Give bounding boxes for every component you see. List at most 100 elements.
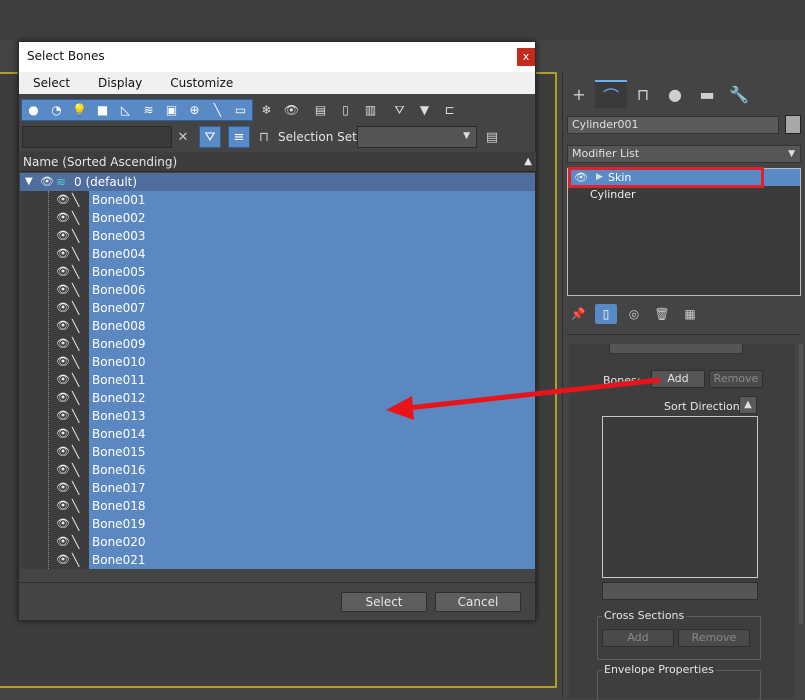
bone-row[interactable]: 👁 ╲ Bone020 (20, 533, 535, 551)
xrefs-filter-icon[interactable]: ⊕ (183, 99, 206, 121)
bone-row[interactable]: 👁 ╲ Bone015 (20, 443, 535, 461)
eye-icon[interactable]: 👁 (56, 389, 70, 407)
bone-row[interactable]: 👁 ╲ Bone010 (20, 353, 535, 371)
sort-direction-button[interactable]: ▲ (739, 396, 757, 414)
eye-icon[interactable]: 👁 (56, 371, 70, 389)
display-tab-icon[interactable]: ▬ (691, 80, 723, 108)
filter-icon[interactable]: ▼ (413, 99, 436, 121)
lights-filter-icon[interactable]: 💡 (68, 99, 91, 121)
eye-icon[interactable]: 👁 (56, 245, 70, 263)
dialog-title-bar[interactable]: Select Bones x (19, 42, 535, 72)
make-unique-icon[interactable]: ◎ (623, 304, 645, 324)
motion-tab-icon[interactable]: ● (659, 80, 691, 108)
select-button[interactable]: Select (341, 592, 427, 612)
menu-display[interactable]: Display (84, 72, 156, 94)
hierarchy-tab-icon[interactable]: ⊓ (627, 80, 659, 108)
cross-section-remove-button[interactable]: Remove (678, 629, 750, 647)
add-bones-button[interactable]: Add (651, 370, 705, 388)
configure-sets-icon[interactable]: ▦ (679, 304, 701, 324)
filter-settings-icon[interactable]: ⛛ (388, 99, 411, 121)
remove-modifier-icon[interactable]: 🗑 (651, 304, 673, 324)
geometry-filter-icon[interactable]: ● (22, 99, 45, 121)
eye-icon[interactable]: 👁 (40, 173, 54, 191)
bone-row[interactable]: 👁 ╲ Bone005 (20, 263, 535, 281)
eye-icon[interactable]: 👁 (56, 551, 70, 569)
bone-row[interactable]: 👁 ╲ Bone013 (20, 407, 535, 425)
stack-item-cylinder[interactable]: Cylinder (568, 186, 800, 203)
select-invert-icon[interactable]: ▥ (359, 99, 382, 121)
bone-row[interactable]: 👁 ╲ Bone012 (20, 389, 535, 407)
bones-filter-icon[interactable]: ╲ (206, 99, 229, 121)
bone-row[interactable]: 👁 ╲ Bone002 (20, 209, 535, 227)
eye-icon[interactable]: 👁 (56, 191, 70, 209)
bone-row[interactable]: 👁 ╲ Bone003 (20, 227, 535, 245)
eye-icon[interactable]: 👁 (56, 407, 70, 425)
space-warps-filter-icon[interactable]: ≋ (137, 99, 160, 121)
filter-toggle-icon[interactable]: ⛛ (199, 126, 221, 148)
object-name-field[interactable]: Cylinder001 (567, 116, 779, 134)
edit-selection-set-icon[interactable]: ▤ (481, 126, 503, 148)
eye-icon[interactable]: 👁 (56, 335, 70, 353)
bone-row[interactable]: 👁 ╲ Bone001 (20, 191, 535, 209)
groups-filter-icon[interactable]: ▣ (160, 99, 183, 121)
bone-row[interactable]: 👁 ╲ Bone008 (20, 317, 535, 335)
eye-icon[interactable]: 👁 (56, 281, 70, 299)
bone-list[interactable] (602, 416, 758, 578)
selection-set-dropdown[interactable]: ▼ (357, 126, 477, 148)
bone-row[interactable]: 👁 ╲ Bone007 (20, 299, 535, 317)
modifier-list-dropdown[interactable]: Modifier List ▼ (567, 145, 801, 163)
close-icon[interactable]: x (517, 48, 535, 66)
eye-icon[interactable]: 👁 (56, 425, 70, 443)
menu-customize[interactable]: Customize (156, 72, 247, 94)
bone-row[interactable]: 👁 ╲ Bone019 (20, 515, 535, 533)
eye-icon[interactable]: 👁 (56, 263, 70, 281)
bone-row[interactable]: 👁 ╲ Bone014 (20, 425, 535, 443)
bone-row[interactable]: 👁 ╲ Bone004 (20, 245, 535, 263)
eye-icon[interactable]: 👁 (56, 461, 70, 479)
menu-select[interactable]: Select (19, 72, 84, 94)
object-color-swatch[interactable] (785, 115, 801, 134)
edit-envelopes-button[interactable] (609, 344, 743, 354)
utilities-tab-icon[interactable]: 🔧 (723, 80, 755, 108)
eye-icon[interactable]: 👁 (56, 299, 70, 317)
bone-name-field[interactable] (602, 582, 758, 600)
bone-row[interactable]: 👁 ╲ Bone018 (20, 497, 535, 515)
collapse-arrow-icon[interactable]: ▼ (25, 173, 33, 191)
stack-item-skin[interactable]: 👁 ▶ Skin (568, 167, 800, 188)
select-all-icon[interactable]: ▤ (309, 99, 332, 121)
create-tab-icon[interactable]: + (563, 80, 595, 108)
layers-toggle-icon[interactable]: ≡ (228, 126, 250, 148)
pin-stack-icon[interactable]: 📌 (567, 304, 589, 324)
remove-bones-button[interactable]: Remove (709, 370, 763, 388)
shapes-filter-icon[interactable]: ◔ (45, 99, 68, 121)
clear-search-icon[interactable]: ✕ (172, 126, 194, 148)
bone-row[interactable]: 👁 ╲ Bone006 (20, 281, 535, 299)
bone-row[interactable]: 👁 ╲ Bone016 (20, 461, 535, 479)
helpers-filter-icon[interactable]: ◺ (114, 99, 137, 121)
modify-tab-icon[interactable]: ⌒ (595, 80, 627, 108)
bone-row[interactable]: 👁 ╲ Bone017 (20, 479, 535, 497)
eye-icon[interactable]: 👁 (56, 443, 70, 461)
bone-row[interactable]: 👁 ╲ Bone009 (20, 335, 535, 353)
bone-row[interactable]: 👁 ╲ Bone021 (20, 551, 535, 569)
hidden-filter-icon[interactable]: 👁 (280, 99, 303, 121)
layer-row-default[interactable]: ▼ 👁 ≋ 0 (default) (20, 173, 535, 191)
eye-icon[interactable]: 👁 (56, 479, 70, 497)
panel-scrollbar[interactable] (799, 344, 803, 624)
select-none-icon[interactable]: ▯ (334, 99, 357, 121)
modifier-stack[interactable]: 👁 ▶ Skin Cylinder (567, 167, 801, 296)
hierarchy-mode-icon[interactable]: ⊓ (253, 126, 275, 148)
eye-icon[interactable]: 👁 (56, 317, 70, 335)
eye-icon[interactable]: 👁 (56, 515, 70, 533)
eye-icon[interactable]: 👁 (56, 353, 70, 371)
eye-icon[interactable]: 👁 (56, 533, 70, 551)
scene-tree[interactable]: ▼ 👁 ≋ 0 (default) 👁 ╲ Bone001 👁 ╲ Bone002 👁 ╲ Bo… (20, 173, 535, 569)
frozen-filter-icon[interactable]: ❄ (255, 99, 278, 121)
cross-section-add-button[interactable]: Add (602, 629, 674, 647)
filter-options-icon[interactable]: ⊏ (438, 99, 461, 121)
eye-icon[interactable]: 👁 (56, 227, 70, 245)
cameras-filter-icon[interactable]: ■ (91, 99, 114, 121)
eye-icon[interactable]: 👁 (56, 497, 70, 515)
cancel-button[interactable]: Cancel (435, 592, 521, 612)
name-column-header[interactable]: Name (Sorted Ascending) ▲ (20, 152, 536, 172)
